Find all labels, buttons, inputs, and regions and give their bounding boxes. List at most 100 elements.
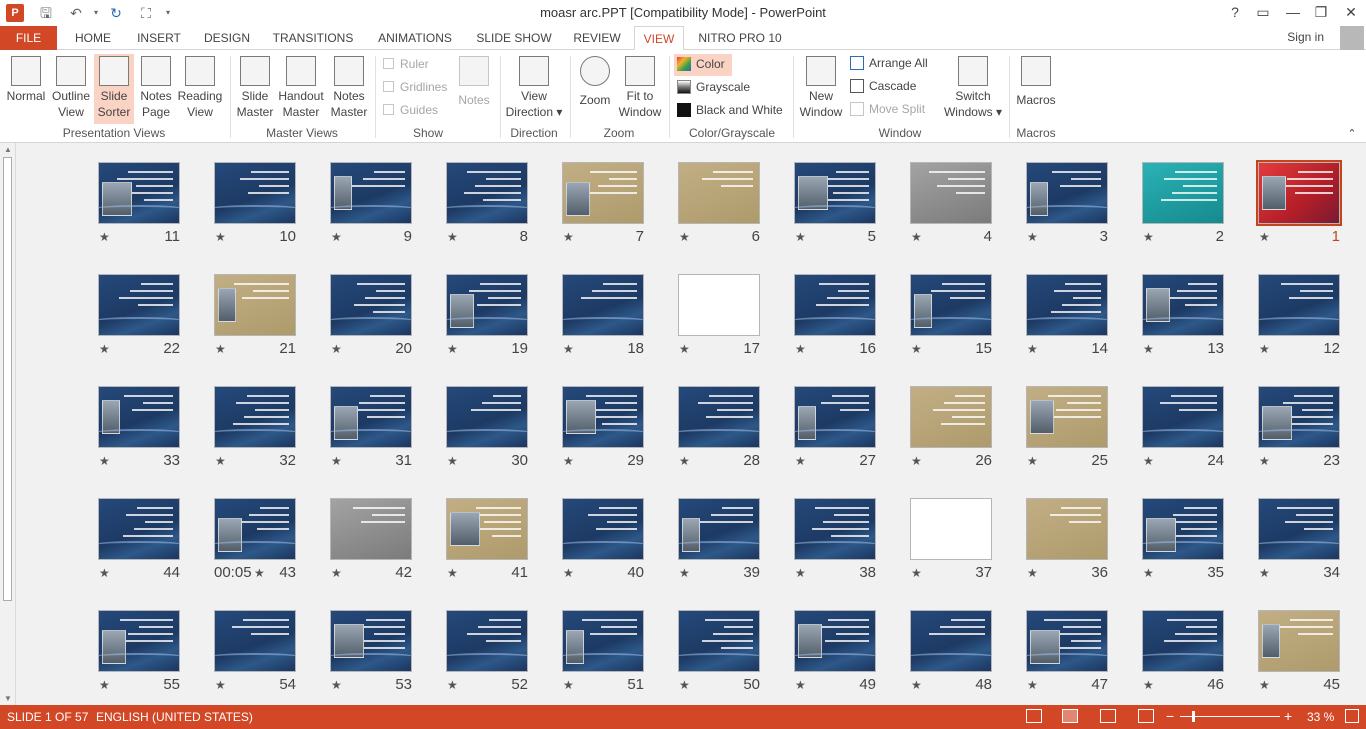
slide-thumbnail[interactable] <box>1258 610 1340 672</box>
transition-star-icon[interactable]: ★ <box>795 342 806 356</box>
gridlines-checkbox[interactable]: Gridlines <box>383 80 447 94</box>
slide-thumbnail[interactable] <box>1142 610 1224 672</box>
slide-sorter-button[interactable]: Slide Sorter <box>94 54 134 124</box>
transition-star-icon[interactable]: ★ <box>911 230 922 244</box>
zoom-button[interactable]: Zoom <box>574 56 616 122</box>
tab-transitions[interactable]: TRANSITIONS <box>267 26 359 50</box>
fit-to-window-button[interactable]: Fit to Window <box>618 56 662 122</box>
slide-thumbnail[interactable] <box>446 386 528 448</box>
slide-thumbnail[interactable] <box>678 274 760 336</box>
arrange-all-button[interactable]: Arrange All <box>850 56 928 70</box>
slide-master-button[interactable]: Slide Master <box>234 56 276 122</box>
vertical-scrollbar[interactable]: ▲ ▼ <box>0 143 16 705</box>
tab-slide-show[interactable]: SLIDE SHOW <box>471 26 557 50</box>
transition-star-icon[interactable]: ★ <box>795 230 806 244</box>
slide-counter[interactable]: SLIDE 1 OF 57 <box>7 710 88 724</box>
transition-star-icon[interactable]: ★ <box>795 678 806 692</box>
slide-thumbnail[interactable] <box>98 274 180 336</box>
slide-thumbnail[interactable] <box>98 498 180 560</box>
transition-star-icon[interactable]: ★ <box>795 566 806 580</box>
notes-master-button[interactable]: Notes Master <box>328 56 370 122</box>
slide-thumbnail[interactable] <box>1258 386 1340 448</box>
language-indicator[interactable]: ENGLISH (UNITED STATES) <box>96 710 253 724</box>
slide-thumbnail[interactable] <box>330 610 412 672</box>
transition-star-icon[interactable]: ★ <box>1027 454 1038 468</box>
redo-icon[interactable]: ↻ <box>106 3 126 23</box>
close-button[interactable]: ✕ <box>1336 0 1366 26</box>
transition-star-icon[interactable]: ★ <box>563 230 574 244</box>
handout-master-button[interactable]: Handout Master <box>278 56 324 122</box>
slide-thumbnail[interactable] <box>562 498 644 560</box>
transition-star-icon[interactable]: ★ <box>1143 678 1154 692</box>
view-direction-button[interactable]: View Direction ▾ <box>503 56 565 122</box>
slide-thumbnail[interactable] <box>1142 498 1224 560</box>
transition-star-icon[interactable]: ★ <box>1259 342 1270 356</box>
transition-star-icon[interactable]: ★ <box>1259 454 1270 468</box>
transition-star-icon[interactable]: ★ <box>331 230 342 244</box>
slide-thumbnail[interactable] <box>1258 274 1340 336</box>
slide-thumbnail[interactable] <box>678 386 760 448</box>
restore-button[interactable]: ❐ <box>1306 0 1336 26</box>
slide-thumbnail[interactable] <box>1026 386 1108 448</box>
slide-thumbnail[interactable] <box>562 274 644 336</box>
transition-star-icon[interactable]: ★ <box>99 454 110 468</box>
slide-thumbnail[interactable] <box>1026 498 1108 560</box>
transition-star-icon[interactable]: ★ <box>1259 678 1270 692</box>
move-split-button[interactable]: Move Split <box>850 102 925 116</box>
slide-thumbnail[interactable] <box>1026 610 1108 672</box>
transition-star-icon[interactable]: ★ <box>99 678 110 692</box>
notes-button[interactable]: Notes <box>454 56 494 122</box>
slide-thumbnail[interactable] <box>794 274 876 336</box>
slide-thumbnail[interactable] <box>910 274 992 336</box>
tab-view[interactable]: VIEW <box>634 26 684 51</box>
grayscale-button[interactable]: Grayscale <box>677 80 750 94</box>
transition-star-icon[interactable]: ★ <box>331 566 342 580</box>
transition-star-icon[interactable]: ★ <box>911 454 922 468</box>
transition-star-icon[interactable]: ★ <box>563 678 574 692</box>
reading-view-button[interactable]: Reading View <box>176 56 224 122</box>
transition-star-icon[interactable]: ★ <box>215 678 226 692</box>
transition-star-icon[interactable]: ★ <box>447 230 458 244</box>
transition-star-icon[interactable]: ★ <box>1259 566 1270 580</box>
slide-thumbnail[interactable] <box>1026 162 1108 224</box>
ruler-checkbox[interactable]: Ruler <box>383 57 429 71</box>
transition-star-icon[interactable]: ★ <box>795 454 806 468</box>
slide-thumbnail[interactable] <box>330 274 412 336</box>
transition-star-icon[interactable]: ★ <box>911 678 922 692</box>
sign-in-link[interactable]: Sign in <box>1287 30 1324 44</box>
slide-thumbnail[interactable] <box>794 162 876 224</box>
slide-thumbnail[interactable] <box>330 386 412 448</box>
outline-view-button[interactable]: Outline View <box>50 56 92 122</box>
collapse-ribbon-icon[interactable]: ⌃ <box>1344 126 1360 142</box>
transition-star-icon[interactable]: ★ <box>447 454 458 468</box>
transition-star-icon[interactable]: ★ <box>1027 566 1038 580</box>
transition-star-icon[interactable]: ★ <box>331 678 342 692</box>
slide-thumbnail[interactable] <box>910 162 992 224</box>
transition-star-icon[interactable]: ★ <box>447 342 458 356</box>
transition-star-icon[interactable]: ★ <box>679 230 690 244</box>
normal-view-button[interactable]: Normal <box>4 56 48 122</box>
slide-thumbnail[interactable] <box>678 610 760 672</box>
slide-thumbnail[interactable] <box>1142 386 1224 448</box>
zoom-in-icon[interactable]: + <box>1284 708 1292 724</box>
transition-star-icon[interactable]: ★ <box>1143 230 1154 244</box>
transition-star-icon[interactable]: ★ <box>1259 230 1270 244</box>
tab-home[interactable]: HOME <box>67 26 119 50</box>
minimize-button[interactable]: — <box>1278 0 1308 26</box>
transition-star-icon[interactable]: ★ <box>911 566 922 580</box>
transition-star-icon[interactable]: ★ <box>679 566 690 580</box>
tab-design[interactable]: DESIGN <box>199 26 255 50</box>
slide-thumbnail[interactable] <box>1142 162 1224 224</box>
start-from-beginning-icon[interactable]: ⛶ <box>136 3 156 23</box>
transition-star-icon[interactable]: ★ <box>1027 678 1038 692</box>
slide-thumbnail[interactable] <box>794 386 876 448</box>
transition-star-icon[interactable]: ★ <box>331 454 342 468</box>
slide-thumbnail[interactable] <box>1258 498 1340 560</box>
slide-sorter-status-icon[interactable] <box>1062 709 1078 723</box>
macros-button[interactable]: Macros <box>1012 56 1060 122</box>
slide-thumbnail[interactable] <box>446 162 528 224</box>
tab-file[interactable]: FILE <box>0 26 57 50</box>
new-window-button[interactable]: New Window <box>798 56 844 122</box>
slide-thumbnail[interactable] <box>794 498 876 560</box>
transition-star-icon[interactable]: ★ <box>1027 342 1038 356</box>
